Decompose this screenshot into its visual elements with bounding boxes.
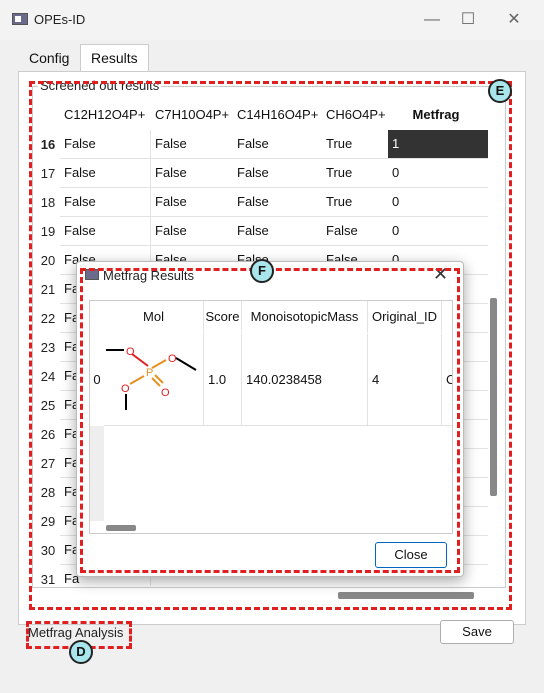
app-icon xyxy=(12,13,28,25)
window-title: OPEs-ID xyxy=(34,12,86,27)
minimize-button[interactable]: — xyxy=(418,8,446,32)
annotation-badge-f: F xyxy=(250,259,274,283)
maximize-button[interactable]: ☐ xyxy=(454,8,482,32)
annotation-badge-d: D xyxy=(69,640,93,664)
save-button[interactable]: Save xyxy=(440,620,514,644)
annotation-box-f xyxy=(80,268,460,573)
annotation-badge-e: E xyxy=(488,79,512,103)
window-close-button[interactable]: ✕ xyxy=(500,8,528,32)
tab-config[interactable]: Config xyxy=(18,44,80,70)
tab-results[interactable]: Results xyxy=(80,44,149,72)
